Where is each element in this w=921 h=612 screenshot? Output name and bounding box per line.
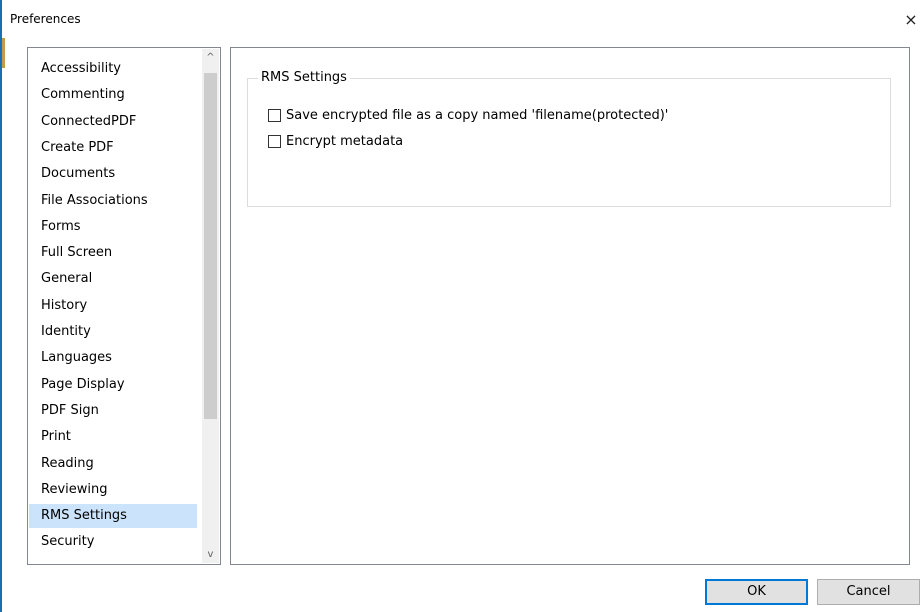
encrypt-metadata-label[interactable]: Encrypt metadata xyxy=(286,134,403,149)
category-item[interactable]: Full Screen xyxy=(29,241,197,265)
cancel-button[interactable]: Cancel xyxy=(817,579,920,605)
title-bar: Preferences × xyxy=(2,0,921,38)
category-item[interactable]: Commenting xyxy=(29,83,197,107)
category-item[interactable]: Identity xyxy=(29,320,197,344)
preferences-dialog: Preferences × Accessibility Commenting Con… xyxy=(0,0,921,612)
category-list-items: Accessibility Commenting ConnectedPDF Creat… xyxy=(29,49,203,563)
group-title: RMS Settings xyxy=(258,70,350,86)
settings-panel: RMS Settings Save encrypted file as a co… xyxy=(230,47,910,565)
scroll-down-icon[interactable]: v xyxy=(202,546,219,563)
category-item[interactable]: History xyxy=(29,294,197,318)
category-list[interactable]: Accessibility Commenting ConnectedPDF Creat… xyxy=(27,47,221,565)
category-item[interactable]: General xyxy=(29,267,197,291)
window-edge-accent xyxy=(2,38,5,68)
encrypt-metadata-checkbox[interactable] xyxy=(268,134,281,148)
category-item[interactable]: Documents xyxy=(29,162,197,186)
close-icon[interactable]: × xyxy=(901,8,921,32)
category-item[interactable]: Security xyxy=(29,530,197,554)
save-encrypted-copy-option[interactable]: Save encrypted file as a copy named 'fil… xyxy=(268,106,668,124)
window-title: Preferences xyxy=(10,12,81,26)
category-item[interactable]: Forms xyxy=(29,215,197,239)
category-item[interactable]: Create PDF xyxy=(29,136,197,160)
category-item[interactable]: ConnectedPDF xyxy=(29,110,197,134)
category-item[interactable]: Reviewing xyxy=(29,478,197,502)
scroll-up-icon[interactable]: ^ xyxy=(202,49,219,66)
rms-settings-group: RMS Settings Save encrypted file as a co… xyxy=(247,70,891,207)
category-scrollbar[interactable]: ^ v xyxy=(202,49,219,563)
category-item[interactable]: Reading xyxy=(29,452,197,476)
category-item[interactable]: Page Display xyxy=(29,373,197,397)
ok-button[interactable]: OK xyxy=(705,579,808,605)
category-item[interactable]: Print xyxy=(29,425,197,449)
save-encrypted-copy-checkbox[interactable] xyxy=(268,108,281,122)
category-item[interactable]: RMS Settings xyxy=(29,504,197,529)
category-item[interactable]: Languages xyxy=(29,346,197,370)
save-encrypted-copy-label[interactable]: Save encrypted file as a copy named 'fil… xyxy=(286,108,668,123)
category-item[interactable]: Accessibility xyxy=(29,57,197,81)
category-item[interactable]: File Associations xyxy=(29,189,197,213)
scroll-thumb[interactable] xyxy=(204,73,217,419)
encrypt-metadata-option[interactable]: Encrypt metadata xyxy=(268,132,403,150)
category-item[interactable]: PDF Sign xyxy=(29,399,197,423)
